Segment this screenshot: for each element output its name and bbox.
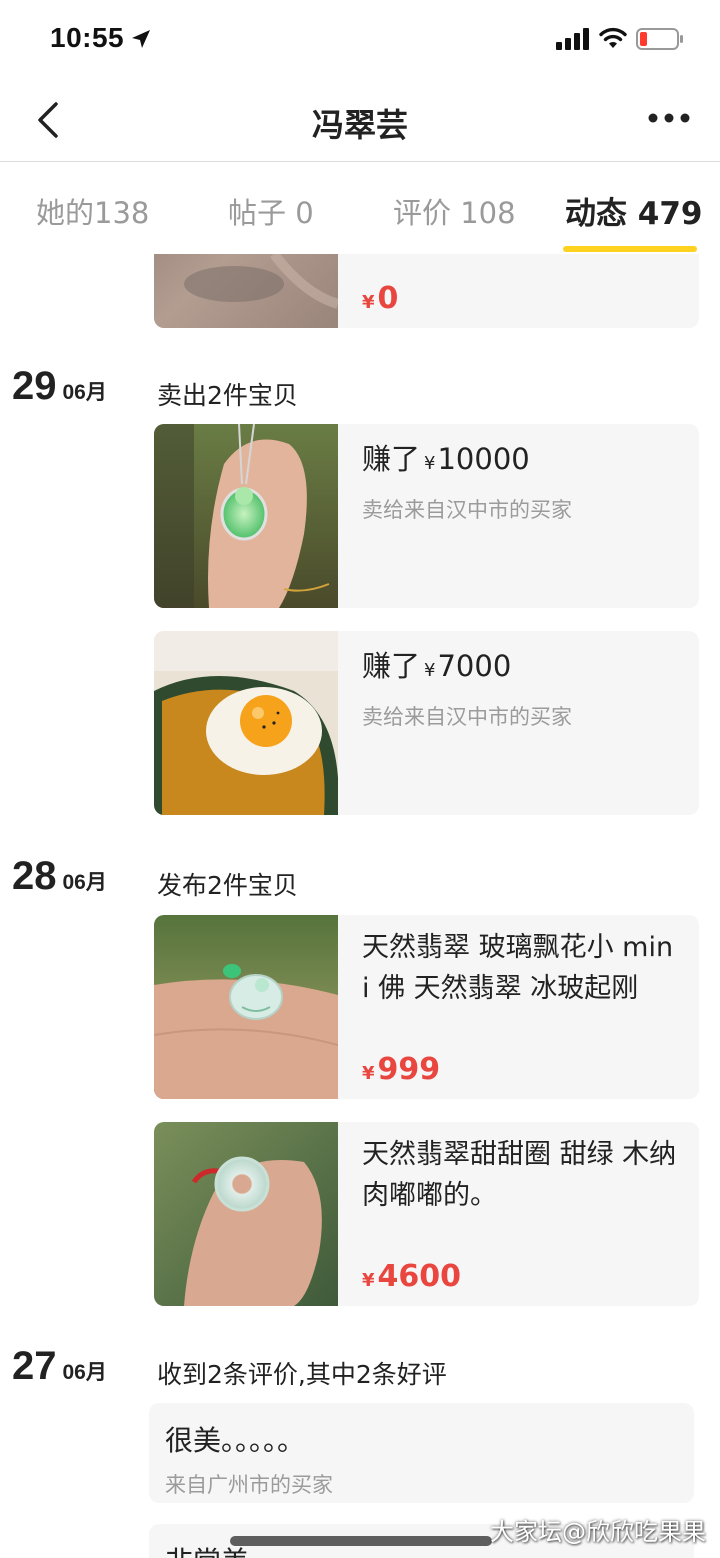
item-title: 天然翡翠 玻璃飘花小 mini 佛 天然翡翠 冰玻起刚 — [362, 932, 674, 1004]
listing-card-partial[interactable]: ¥0 — [154, 254, 699, 328]
activity-caption: 收到2条评价,其中2条好评 — [157, 1360, 447, 1389]
status-bar: 10:55 — [0, 0, 720, 80]
jade-ring-photo — [154, 1122, 338, 1306]
tab-activity[interactable]: 动态 479 — [565, 188, 703, 233]
watermark: 大家坛@欣欣吃果果 — [490, 1518, 706, 1546]
activity-caption: 发布2件宝贝 — [157, 871, 298, 900]
page-title: 冯翠芸 — [311, 106, 408, 144]
item-price: ¥4600 — [362, 1259, 462, 1294]
date-label: 28 06月 — [12, 854, 107, 898]
earning-amount: 赚了 ¥10000 — [362, 442, 530, 476]
date-label: 29 06月 — [12, 364, 107, 408]
location-arrow-icon — [132, 30, 150, 48]
sold-item-card[interactable]: 赚了 ¥7000 卖给来自汉中市的买家 — [154, 631, 699, 815]
listing-card[interactable]: 天然翡翠 玻璃飘花小 mini 佛 天然翡翠 冰玻起刚 ¥999 — [154, 915, 699, 1099]
listing-card[interactable]: 天然翡翠甜甜圈 甜绿 木纳肉嘟嘟的。 ¥4600 — [154, 1122, 699, 1306]
home-indicator[interactable] — [230, 1536, 492, 1546]
battery-low-icon — [636, 28, 683, 50]
sold-item-card[interactable]: 赚了 ¥10000 卖给来自汉中市的买家 — [154, 424, 699, 608]
item-price: ¥999 — [362, 1052, 441, 1087]
review-card[interactable]: 很美。。。。。 来自广州市的买家 — [149, 1403, 694, 1503]
buyer-location: 卖给来自汉中市的买家 — [362, 498, 572, 522]
earning-amount: 赚了 ¥7000 — [362, 649, 512, 683]
date-label: 27 06月 — [12, 1344, 107, 1388]
jade-buddha-photo — [154, 915, 338, 1099]
status-time: 10:55 — [50, 22, 125, 53]
buyer-location: 卖给来自汉中市的买家 — [362, 705, 572, 729]
activity-feed[interactable]: ¥0 29 06月 卖出2件宝贝 赚了 ¥10000 卖给来自汉中市的买家 赚了… — [0, 254, 720, 1558]
nav-bar: 冯翠芸 — [0, 80, 720, 162]
activity-caption: 卖出2件宝贝 — [157, 381, 298, 410]
reviewer-location: 来自广州市的买家 — [165, 1473, 333, 1497]
more-options-icon[interactable] — [644, 106, 694, 130]
pumpkin-egg-photo — [154, 631, 338, 815]
active-tab-indicator — [563, 246, 697, 252]
tab-bar: 她的138 帖子 0 评价 108 动态 479 — [0, 162, 720, 254]
item-price: ¥0 — [362, 281, 399, 316]
item-title: 天然翡翠甜甜圈 甜绿 木纳肉嘟嘟的。 — [362, 1139, 677, 1211]
review-text: 很美。。。。。 — [165, 1424, 306, 1457]
tab-reviews[interactable]: 评价 108 — [393, 190, 516, 232]
jade-pendant-photo — [154, 424, 338, 608]
tab-hers[interactable]: 她的138 — [36, 190, 149, 232]
wifi-icon — [599, 27, 627, 48]
cellular-signal-icon — [556, 28, 589, 50]
skin-photo — [154, 254, 338, 328]
tab-posts[interactable]: 帖子 0 — [228, 190, 314, 232]
